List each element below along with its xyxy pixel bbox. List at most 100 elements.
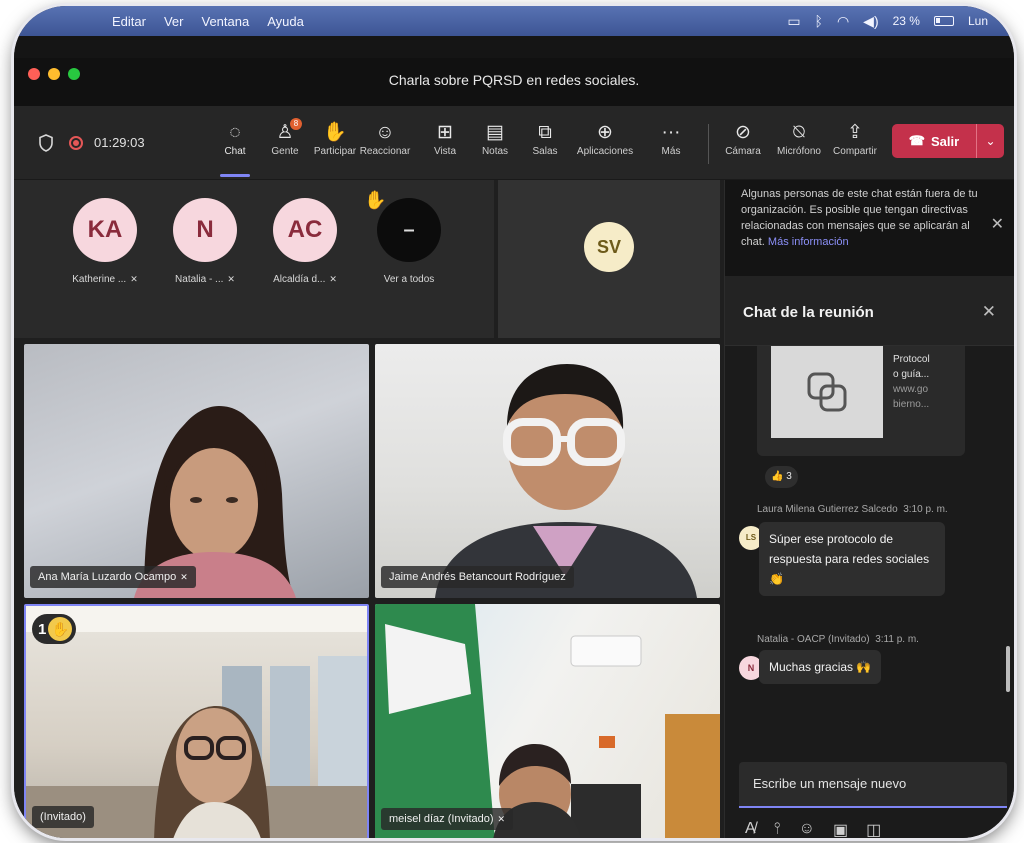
raising-hands-icon: 🙌 [856,660,872,674]
screen-frame: Editar Ver Ventana Ayuda ▭ ᛒ ◠ ◀) 23 % L… [14,6,1014,838]
menu-ventana[interactable]: Ventana [201,14,249,29]
attach-icon[interactable]: ⫯ [774,820,781,838]
reaction-count: 3 [786,471,792,482]
reaction-badge[interactable]: 👍 3 [765,466,798,488]
meeting-title: Charla sobre PQRSD en redes sociales. [388,72,640,88]
tool-label-vista: Vista [433,146,457,157]
add-app-icon: ⊕ [597,122,613,143]
overflow-avatar: – [377,198,441,262]
chat-title: Chat de la reunión [743,304,874,321]
bluetooth-icon[interactable]: ᛒ [815,13,823,29]
participant-video [435,364,697,598]
react-button[interactable]: ☺ Reaccionar [356,120,414,157]
see-all-label: Ver a todos [383,274,435,285]
rooms-button[interactable]: ⧉ Salas [516,120,574,157]
recording-icon [69,136,83,150]
meeting-timer: 01:29:03 [94,135,145,150]
share-icon: ⇪ [847,122,863,143]
menu-editar[interactable]: Editar [112,14,146,29]
participant-strip: KA Katherine ... ✕ N Natalia - ... ✕ AC Al… [14,180,494,338]
menu-ayuda[interactable]: Ayuda [267,14,304,29]
camera-off-icon: ⊘ [735,122,751,143]
message-text: Súper ese protocolo de respuesta para re… [769,532,930,566]
thumbs-up-icon: 👍 [771,471,784,482]
toolbar-divider [708,124,709,164]
wifi-icon[interactable]: ◠ [837,13,849,30]
rooms-icon: ⧉ [538,122,552,143]
people-count-badge: 8 [290,118,302,130]
leave-button[interactable]: ☎ Salir [892,124,976,158]
microphone-button[interactable]: ⍉ Micrófono [770,120,828,157]
tool-label-camara: Cámara [725,146,761,157]
camera-button[interactable]: ⊘ Cámara [714,120,772,157]
close-icon[interactable]: ✕ [982,302,996,322]
message-meta: Natalia - OACP (Invitado) 3:11 p. m. [757,634,919,645]
battery-icon[interactable] [933,16,954,26]
volume-icon[interactable]: ◀) [863,13,878,30]
mic-off-icon: ✕ [180,572,188,582]
chat-header: Chat de la reunión ✕ [725,276,1014,346]
leave-options-button[interactable]: ⌄ [976,124,1004,158]
participant-name-tag: Ana María Luzardo Ocampo ✕ [30,566,196,588]
message-author: Laura Milena Gutierrez Salcedo [757,504,898,515]
window-titlebar: Charla sobre PQRSD en redes sociales. [14,58,1014,106]
link-url-line-2: bierno... [893,399,930,410]
more-button[interactable]: ··· Más [642,120,700,157]
participant-tile[interactable]: KA Katherine ... ✕ [60,198,150,285]
participant-video [26,606,367,838]
emoji-icon[interactable]: ☺ [799,820,815,838]
chat-message[interactable]: Muchas gracias 🙌 [759,650,882,684]
avatar: SV [584,222,634,272]
mic-off-icon: ⍉ [793,122,805,143]
share-button[interactable]: ⇪ Compartir [826,120,884,157]
tool-label-chat: Chat [224,146,246,157]
link-icon [807,372,847,412]
tool-label-microfono: Micrófono [777,146,821,157]
meeting-toolbar: 01:29:03 ◌ Chat ♙ 8 Gente ✋ Participar ☺ … [14,106,1014,180]
chat-message[interactable]: Súper ese protocolo de respuesta para re… [759,522,945,596]
menu-ver[interactable]: Ver [164,14,184,29]
link-preview-text: Protocol o guía... www.go bierno... [893,352,955,412]
hang-up-icon: ☎ [908,133,925,148]
chevron-down-icon: ⌄ [985,134,996,148]
chat-scrollbar[interactable] [1006,646,1010,692]
video-tile-active-speaker[interactable]: 1 ✋ (Invitado) [24,604,369,838]
participant-name: Natalia - ... ✕ [175,274,235,285]
raised-hand-indicator: 1 ✋ [32,614,77,644]
tool-label-reaccionar: Reaccionar [359,146,411,157]
link-preview-card[interactable]: Protocol o guía... www.go bierno... [757,346,965,456]
shield-icon[interactable] [38,134,54,152]
message-time: 3:10 p. m. [903,504,948,515]
message-author: Natalia - OACP (Invitado) [757,634,870,645]
apps-button[interactable]: ⊕ Aplicaciones [576,120,634,157]
participant-name-tag: Jaime Andrés Betancourt Rodríguez [381,566,574,588]
spotlight-tile[interactable]: SV [498,180,720,338]
link-url-line-1: www.go [893,384,929,395]
video-tile[interactable]: Ana María Luzardo Ocampo ✕ [24,344,369,598]
video-tile[interactable]: meisel díaz (Invitado) ✕ [375,604,720,838]
tool-label-aplicaciones: Aplicaciones [576,146,634,157]
gif-icon[interactable]: ▣ [833,820,848,838]
video-tile[interactable]: Jaime Andrés Betancourt Rodríguez [375,344,720,598]
menubar-status: ▭ ᛒ ◠ ◀) 23 % Lun [787,6,988,36]
raise-hand-icon: ✋ [48,617,73,641]
leave-button-group: ☎ Salir ⌄ [892,124,1004,158]
menubar-clock[interactable]: Lun [968,14,988,28]
tool-label-participar: Participar [313,146,357,157]
tool-label-people: Gente [271,146,299,157]
more-info-link[interactable]: Más información [768,236,849,248]
screen-mirror-icon[interactable]: ▭ [787,13,800,30]
smiley-icon: ☺ [375,122,395,143]
close-icon[interactable]: ✕ [991,214,1004,234]
participant-name: Alcaldía d... ✕ [273,274,337,285]
participant-tile[interactable]: N Natalia - ... ✕ [160,198,250,285]
message-input[interactable]: Escribe un mensaje nuevo [739,762,1007,808]
sticker-icon[interactable]: ◫ [866,820,881,838]
composer-toolbar: A̸ ⫯ ☺ ▣ ◫ [745,820,881,838]
participant-name-tag: (Invitado) [32,806,94,828]
participant-tile[interactable]: AC Alcaldía d... ✕ [260,198,350,285]
format-icon[interactable]: A̸ [745,820,756,838]
window-gap [14,36,1014,58]
see-all-participants-button[interactable]: ✋ – Ver a todos [364,190,454,285]
mic-off-icon: ✕ [227,274,235,284]
